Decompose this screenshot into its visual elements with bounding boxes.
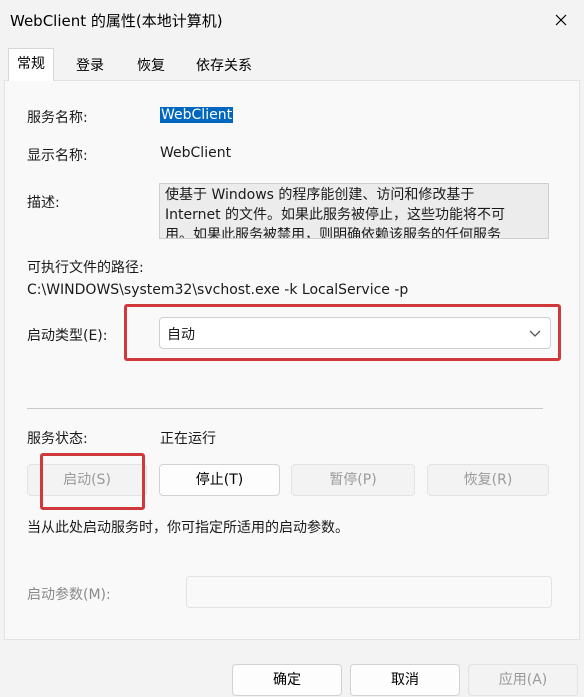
description-scrollbar[interactable] — [534, 184, 548, 238]
window-title: WebClient 的属性(本地计算机) — [10, 12, 223, 30]
highlight-annotation-startup-type — [124, 304, 561, 361]
display-name-label: 显示名称: — [27, 148, 88, 164]
highlight-annotation-start-button — [40, 453, 145, 510]
startup-type-label: 启动类型(E): — [27, 328, 108, 344]
description-box[interactable]: 使基于 Windows 的程序能创建、访问和修改基于 Internet 的文件。… — [159, 183, 549, 239]
stop-button[interactable]: 停止(T) — [159, 464, 280, 496]
section-divider — [27, 408, 543, 409]
title-bar: WebClient 的属性(本地计算机) — [0, 0, 584, 42]
start-params-hint: 当从此处启动服务时，你可指定所适用的启动参数。 — [27, 520, 349, 536]
service-status-label: 服务状态: — [27, 431, 88, 447]
apply-button[interactable]: 应用(A) — [468, 664, 578, 696]
tab-logon[interactable]: 登录 — [68, 52, 112, 80]
service-properties-dialog: WebClient 的属性(本地计算机) 常规 登录 恢复 依存关系 服务名称:… — [0, 0, 584, 697]
tab-strip: 常规 登录 恢复 依存关系 — [0, 48, 584, 81]
service-name-label: 服务名称: — [27, 110, 88, 126]
close-button[interactable] — [538, 0, 584, 40]
close-icon — [555, 14, 567, 26]
service-name-value[interactable]: WebClient — [160, 107, 234, 123]
display-name-value[interactable]: WebClient — [160, 145, 231, 161]
start-params-label: 启动参数(M): — [27, 587, 111, 603]
ok-button[interactable]: 确定 — [232, 664, 342, 696]
service-name-value-wrap: WebClient — [160, 107, 234, 123]
cancel-button[interactable]: 取消 — [350, 664, 460, 696]
tab-general[interactable]: 常规 — [8, 48, 54, 81]
executable-path-value[interactable]: C:\WINDOWS\system32\svchost.exe -k Local… — [27, 282, 408, 298]
pause-button[interactable]: 暂停(P) — [291, 464, 415, 496]
general-tab-page: 服务名称: WebClient 显示名称: WebClient 描述: 使基于 … — [4, 80, 580, 640]
description-label: 描述: — [27, 195, 60, 211]
start-params-input[interactable] — [186, 576, 552, 608]
resume-button[interactable]: 恢复(R) — [427, 464, 549, 496]
description-text: 使基于 Windows 的程序能创建、访问和修改基于 Internet 的文件。… — [165, 187, 506, 239]
service-status-value: 正在运行 — [160, 431, 216, 447]
executable-path-label: 可执行文件的路径: — [27, 260, 144, 276]
tab-dependencies[interactable]: 依存关系 — [188, 52, 260, 80]
tab-recovery[interactable]: 恢复 — [129, 52, 173, 80]
